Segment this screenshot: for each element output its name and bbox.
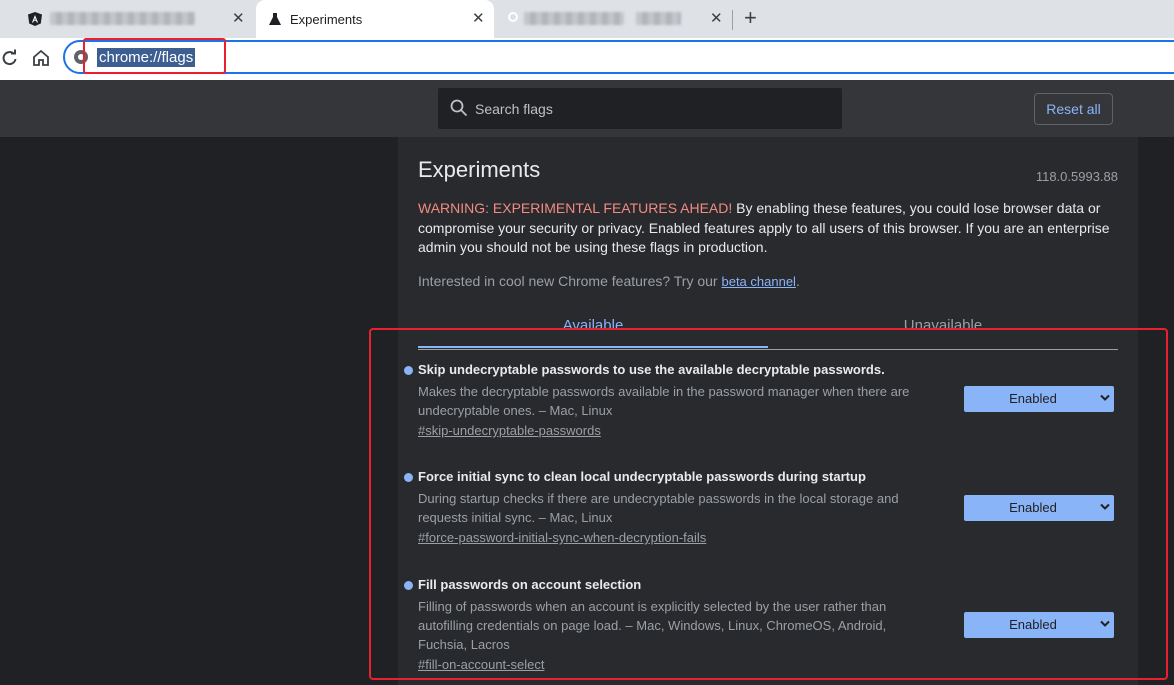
annotation-box-experiments xyxy=(369,328,1168,680)
tab-experiments[interactable]: Experiments ✕ xyxy=(256,0,494,38)
beta-channel-link[interactable]: beta channel xyxy=(721,274,795,289)
address-bar[interactable]: chrome://flags xyxy=(63,40,1174,74)
blurred-tab-title xyxy=(636,12,681,25)
page-title: Experiments xyxy=(418,157,541,182)
beta-promo-end: . xyxy=(795,273,800,289)
flask-icon xyxy=(269,13,281,25)
version-label: 118.0.5993.88 xyxy=(1035,169,1118,184)
warning-label: WARNING: EXPERIMENTAL FEATURES AHEAD! xyxy=(418,200,733,216)
search-icon xyxy=(450,99,468,117)
annotation-box-url xyxy=(83,38,226,74)
tab-title: Experiments xyxy=(290,12,363,27)
new-tab-icon[interactable]: + xyxy=(744,7,757,29)
close-tab-icon[interactable]: ✕ xyxy=(232,10,245,28)
flags-header: Reset all xyxy=(0,80,1174,137)
beta-promo-text: Interested in cool new Chrome features? … xyxy=(418,273,722,289)
tab-3[interactable]: ✕ xyxy=(496,0,732,38)
blurred-tab-title xyxy=(50,12,195,25)
reload-icon[interactable] xyxy=(0,48,20,68)
reset-all-button[interactable]: Reset all xyxy=(1034,93,1113,125)
tab-1[interactable]: ✕ xyxy=(0,0,252,38)
loading-icon xyxy=(508,12,518,22)
blurred-tab-title xyxy=(524,12,624,25)
close-tab-icon[interactable]: ✕ xyxy=(710,10,723,28)
tab-separator xyxy=(732,10,733,30)
angular-logo-icon xyxy=(28,12,42,26)
home-icon[interactable] xyxy=(31,48,51,68)
beta-promo: Interested in cool new Chrome features? … xyxy=(418,273,800,289)
tab-strip: ✕ Experiments ✕ ✕ + xyxy=(0,0,1174,38)
search-box[interactable] xyxy=(438,88,842,129)
search-input[interactable] xyxy=(475,88,825,129)
close-tab-icon[interactable]: ✕ xyxy=(472,10,485,28)
warning-text: WARNING: EXPERIMENTAL FEATURES AHEAD! By… xyxy=(418,199,1118,258)
